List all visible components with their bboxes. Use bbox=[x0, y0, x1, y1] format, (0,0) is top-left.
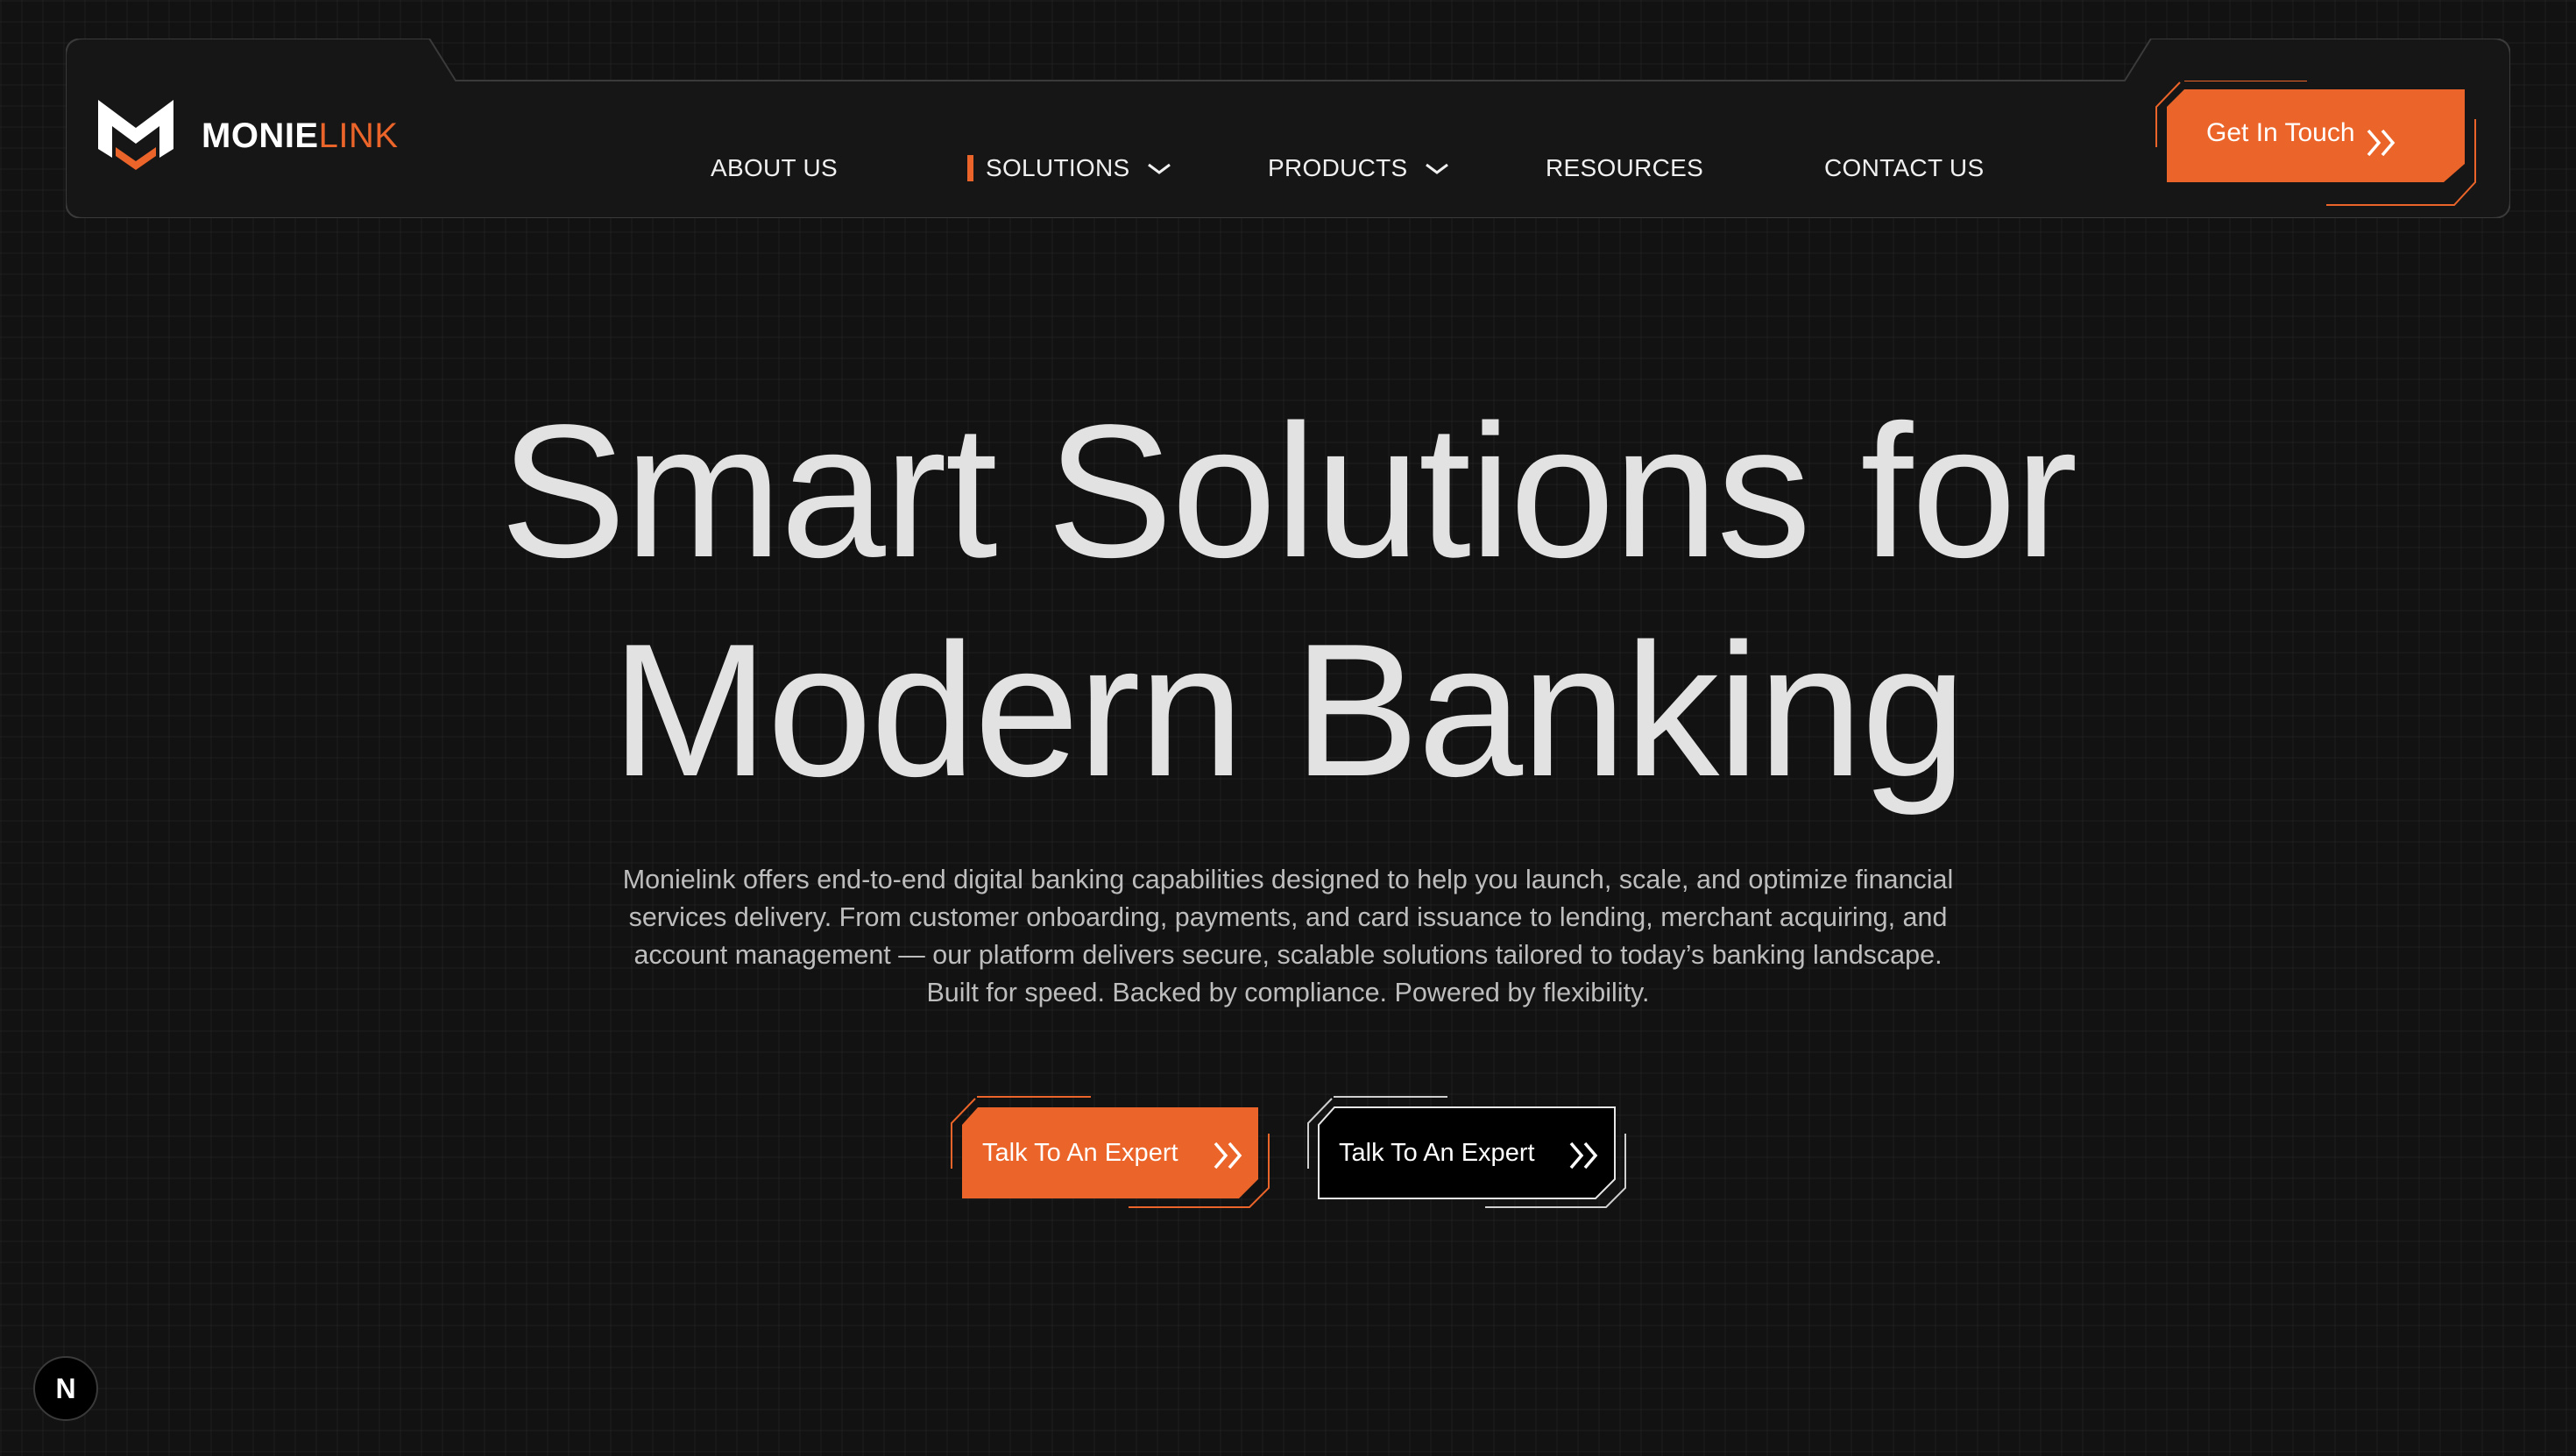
get-in-touch-button[interactable]: Get In Touch bbox=[2149, 81, 2482, 212]
top-navigation: MONIELINK ABOUT US SOLUTIONS PRODUCTS RE… bbox=[66, 39, 2510, 218]
nav-item-label: CONTACT US bbox=[1824, 154, 1985, 181]
hero-headline-line-1: Smart Solutions for bbox=[499, 385, 2078, 597]
m-shield-logo-icon bbox=[98, 100, 173, 170]
nav-item-products[interactable]: PRODUCTS bbox=[1268, 142, 1450, 194]
brand-logo[interactable]: MONIELINK bbox=[96, 96, 399, 175]
hero-description: Monielink offers end-to-end digital bank… bbox=[578, 861, 1998, 1012]
nav-item-solutions[interactable]: SOLUTIONS bbox=[967, 142, 1172, 194]
nav-item-label: RESOURCES bbox=[1546, 154, 1704, 181]
nextjs-icon: N bbox=[55, 1372, 76, 1404]
hero-description-line: Built for speed. Backed by compliance. P… bbox=[926, 978, 1650, 1007]
nav-item-resources[interactable]: RESOURCES bbox=[1546, 142, 1703, 194]
hero-description-line: Monielink offers end-to-end digital bank… bbox=[622, 865, 1954, 894]
brand-name-accent: LINK bbox=[318, 116, 399, 155]
nav-item-contact-us[interactable]: CONTACT US bbox=[1824, 142, 1984, 194]
brand-name-primary: MONIE bbox=[202, 116, 319, 155]
double-chevron-right-icon bbox=[1569, 1141, 1598, 1170]
hero-headline-line-2: Modern Banking bbox=[611, 604, 1967, 816]
get-in-touch-label: Get In Touch bbox=[2206, 118, 2355, 147]
nav-item-label: SOLUTIONS bbox=[986, 154, 1130, 181]
talk-to-expert-secondary-button[interactable]: Talk To An Expert bbox=[1303, 1095, 1636, 1209]
brand-wordmark: MONIELINK bbox=[202, 117, 399, 156]
talk-to-expert-label: Talk To An Expert bbox=[1339, 1139, 1535, 1167]
talk-to-expert-label: Talk To An Expert bbox=[982, 1139, 1178, 1167]
chevron-down-icon bbox=[1147, 163, 1171, 174]
nav-item-label: PRODUCTS bbox=[1268, 154, 1408, 181]
active-indicator bbox=[967, 155, 973, 181]
chevron-down-icon bbox=[1425, 163, 1448, 174]
hero-description-line: account management — our platform delive… bbox=[633, 940, 1943, 970]
double-chevron-right-icon bbox=[1214, 1141, 1242, 1170]
talk-to-expert-primary-button[interactable]: Talk To An Expert bbox=[946, 1095, 1279, 1209]
nav-item-about-us[interactable]: ABOUT US bbox=[711, 142, 838, 194]
double-chevron-right-icon bbox=[2367, 129, 2396, 157]
hero-description-line: services delivery. From customer onboard… bbox=[628, 902, 1948, 932]
nextjs-dev-badge[interactable]: N bbox=[33, 1356, 98, 1421]
nav-item-label: ABOUT US bbox=[711, 154, 839, 181]
